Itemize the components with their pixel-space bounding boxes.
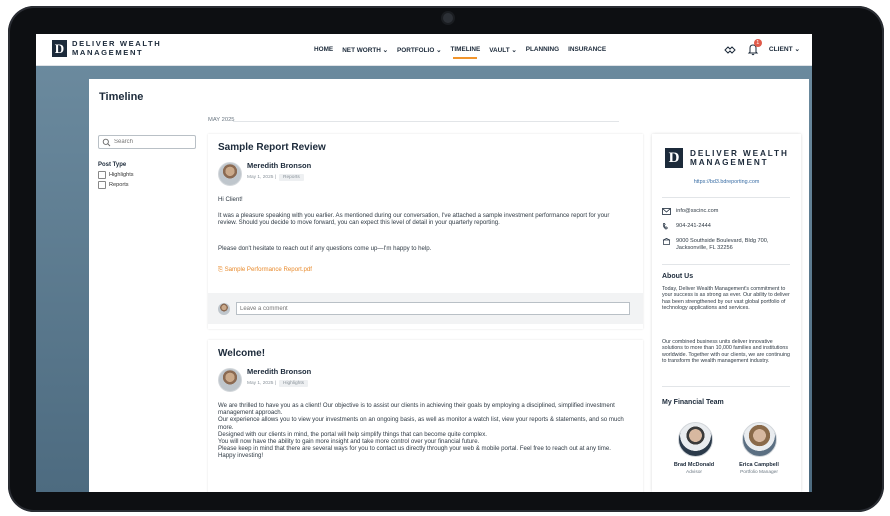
website-link[interactable]: https://bd3.bdreporting.com: [652, 179, 801, 185]
month-heading: MAY 2025: [208, 117, 235, 123]
post-card: Welcome! Meredith Bronson May 1, 2025 | …: [208, 340, 643, 492]
post-paragraph: Please don't hesitate to reach out if an…: [218, 245, 432, 252]
address-line-1: 9000 Southside Boulevard, Bldg 700,: [676, 238, 769, 244]
commenter-avatar: [218, 303, 230, 315]
attachment-link[interactable]: ⎘ Sample Performance Report.pdf: [218, 266, 312, 274]
about-paragraph: Today, Deliver Wealth Management's commi…: [662, 286, 790, 312]
search-icon: [102, 138, 111, 146]
logo-line-2: MANAGEMENT: [72, 47, 144, 57]
handshake-icon[interactable]: [723, 42, 737, 56]
post-tag[interactable]: Highlights: [278, 380, 309, 387]
logo-wordmark: DELIVER WEALTH MANAGEMENT: [72, 39, 161, 57]
filter-highlights[interactable]: Highlights: [98, 171, 134, 179]
building-icon: [662, 238, 671, 245]
advisor-role: Advisor: [686, 470, 702, 475]
month-divider: [233, 121, 619, 122]
client-menu-button[interactable]: CLIENT ⌄: [769, 45, 800, 53]
card-logo-line-2: MANAGEMENT: [690, 158, 769, 167]
advisor-photo[interactable]: [678, 422, 713, 457]
search-input[interactable]: [111, 139, 194, 145]
mail-icon: [662, 208, 671, 215]
post-type-label: Post Type: [98, 162, 127, 168]
main-menu: HOME NET WORTH ⌄ PORTFOLIO ⌄ TIMELINE VA…: [314, 46, 606, 59]
manager-photo[interactable]: [742, 422, 777, 457]
camera-dot: [443, 13, 453, 23]
nav-actions: 1 CLIENT ⌄: [723, 39, 800, 56]
contact-phone[interactable]: 904-241-2444: [662, 223, 711, 230]
nav-portfolio[interactable]: PORTFOLIO ⌄: [397, 46, 441, 54]
logo-mark: D: [52, 40, 67, 57]
comment-input[interactable]: [236, 302, 630, 315]
contact-email[interactable]: info@sscinc.com: [662, 208, 718, 215]
post-meta: May 1, 2025 | Reports: [247, 174, 304, 181]
notification-bell-icon[interactable]: 1: [746, 39, 762, 56]
paperclip-icon: ⎘: [218, 266, 225, 273]
post-paragraph: It was a pleasure speaking with you earl…: [218, 212, 610, 227]
phone-text: 904-241-2444: [676, 223, 711, 229]
email-text: info@sscinc.com: [676, 208, 719, 214]
search-box: [98, 135, 196, 149]
manager-role: Portfolio Manager: [740, 470, 778, 475]
card-logo-line-1: DELIVER WEALTH: [690, 149, 789, 158]
post-date: May 1, 2025 |: [247, 175, 276, 180]
team-heading: My Financial Team: [662, 399, 724, 406]
advisor-name: Brad McDonald: [673, 462, 715, 468]
top-navbar: D DELIVER WEALTH MANAGEMENT HOME NET WOR…: [36, 34, 812, 66]
reports-checkbox[interactable]: [98, 181, 106, 189]
nav-insurance[interactable]: INSURANCE: [568, 46, 606, 54]
about-heading: About Us: [662, 273, 694, 280]
post-body: We are thrilled to have you as a client!…: [218, 402, 624, 460]
card-logo: D DELIVER WEALTH MANAGEMENT: [665, 148, 789, 168]
highlights-checkbox[interactable]: [98, 171, 106, 179]
comment-bar: [208, 293, 643, 324]
filter-reports[interactable]: Reports: [98, 181, 129, 189]
app-screen: D DELIVER WEALTH MANAGEMENT HOME NET WOR…: [36, 34, 812, 492]
post-title: Sample Report Review: [218, 142, 326, 153]
address-text: 9000 Southside Boulevard, Bldg 700, Jack…: [676, 238, 768, 251]
nav-net-worth[interactable]: NET WORTH ⌄: [342, 46, 388, 54]
author-avatar: [218, 162, 242, 186]
notification-badge: 1: [753, 39, 762, 47]
post-author: Meredith Bronson: [247, 161, 312, 170]
attachment-name: Sample Performance Report.pdf: [224, 266, 312, 273]
author-avatar: [218, 368, 242, 392]
card-divider: [662, 386, 790, 387]
nav-planning[interactable]: PLANNING: [526, 46, 559, 54]
filter-reports-label: Reports: [109, 182, 129, 188]
post-meta: May 1, 2025 | Highlights: [247, 380, 309, 387]
about-paragraph: Our combined business units deliver inno…: [662, 339, 790, 365]
post-title: Welcome!: [218, 348, 266, 359]
address-line-2: Jacksonville, FL 32256: [676, 244, 733, 251]
post-author: Meredith Bronson: [247, 367, 312, 376]
page-title: Timeline: [99, 91, 144, 103]
card-divider: [662, 264, 790, 265]
post-greeting: Hi Client!: [218, 196, 243, 203]
card-logo-mark: D: [665, 148, 683, 168]
contact-address: 9000 Southside Boulevard, Bldg 700, Jack…: [662, 238, 768, 251]
nav-vault[interactable]: VAULT ⌄: [489, 46, 516, 54]
filter-highlights-label: Highlights: [109, 172, 134, 178]
brand-logo[interactable]: D DELIVER WEALTH MANAGEMENT: [52, 39, 161, 57]
nav-home[interactable]: HOME: [314, 46, 333, 54]
post-tag[interactable]: Reports: [278, 174, 304, 181]
card-divider: [662, 197, 790, 198]
phone-icon: [662, 223, 669, 230]
nav-timeline[interactable]: TIMELINE: [450, 46, 480, 59]
post-card: Sample Report Review Meredith Bronson Ma…: [208, 134, 643, 329]
content-panel: Timeline Post Type Highlights Reports MA…: [89, 79, 809, 492]
manager-name: Erica Campbell: [739, 462, 779, 468]
post-date: May 1, 2025 |: [247, 381, 276, 386]
card-logo-wordmark: DELIVER WEALTH MANAGEMENT: [690, 149, 789, 167]
advisor-card: D DELIVER WEALTH MANAGEMENT https://bd3.…: [652, 134, 801, 492]
